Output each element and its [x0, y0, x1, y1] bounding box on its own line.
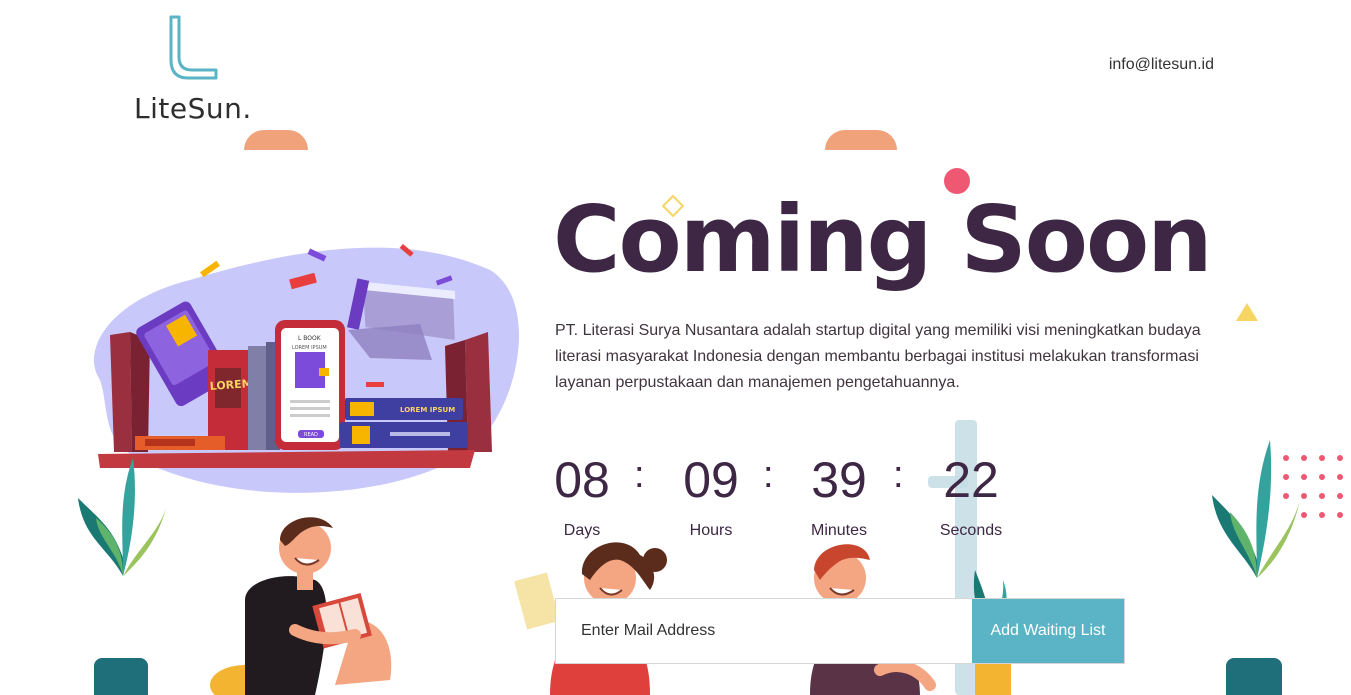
countdown-hours-value: 09	[683, 452, 739, 508]
countdown-hours: 09 Hours	[656, 452, 766, 540]
countdown-hours-label: Hours	[689, 522, 733, 539]
email-input[interactable]	[556, 599, 972, 663]
logo-mark-icon	[169, 15, 218, 80]
countdown-minutes-value: 39	[811, 452, 867, 508]
page-title: Coming Soon	[553, 186, 1213, 293]
add-waiting-list-button[interactable]: Add Waiting List	[972, 599, 1124, 663]
countdown-minutes: 39 Minutes	[784, 452, 894, 540]
phone-title-text: L BOOK	[298, 335, 322, 342]
yellow-triangle	[1236, 303, 1258, 321]
countdown-days-value: 08	[554, 452, 610, 508]
countdown-seconds: 22 Seconds	[916, 452, 1026, 540]
phone-button-text: READ	[304, 432, 318, 438]
company-description: PT. Literasi Surya Nusantara adalah star…	[555, 322, 1201, 391]
brand-logo[interactable]: LiteSun.	[130, 12, 270, 127]
peach-semicircle-center	[825, 130, 897, 150]
countdown-days: 08 Days	[527, 452, 637, 540]
plant-left	[78, 458, 166, 576]
countdown-seconds-value: 22	[943, 452, 999, 508]
plant-right	[1212, 440, 1300, 578]
countdown-separator: :	[634, 454, 645, 496]
plant-pot-right	[1226, 658, 1282, 695]
countdown-separator: :	[893, 454, 904, 496]
person-reading-left	[210, 517, 392, 695]
contact-email-link[interactable]: info@litesun.id	[1090, 56, 1214, 74]
countdown-separator: :	[763, 454, 774, 496]
plant-pot-left	[94, 658, 148, 695]
countdown-days-label: Days	[563, 522, 601, 539]
logo-wordmark: LiteSun.	[134, 92, 252, 125]
phone-subtitle-text: LOREM IPSUM	[292, 345, 327, 351]
peach-semicircle-left	[244, 130, 308, 150]
countdown-seconds-label: Seconds	[939, 522, 1003, 539]
countdown-minutes-label: Minutes	[810, 522, 868, 539]
stacked-book-text: LOREM IPSUM	[400, 406, 455, 414]
waiting-list-form: Add Waiting List	[555, 598, 1125, 664]
